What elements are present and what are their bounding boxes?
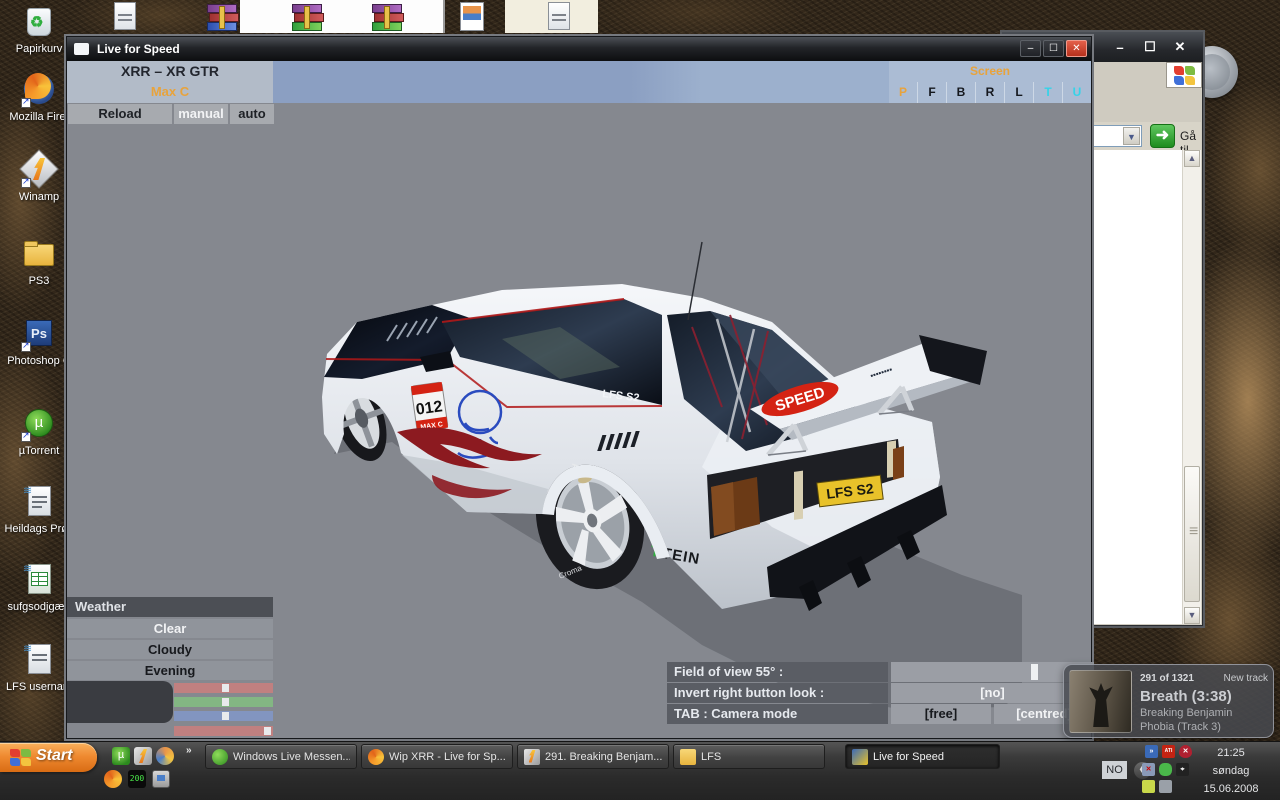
clock-date: 15.06.2008 [1203, 783, 1259, 795]
skin-name[interactable]: Max C [67, 84, 273, 99]
messenger-icon [212, 748, 228, 765]
desktop-icon-doc-top[interactable] [108, 2, 142, 34]
blue-slider[interactable] [174, 711, 273, 721]
language-indicator[interactable]: NO [1102, 761, 1127, 779]
clock[interactable]: 21:25 søndag 15.06.2008 [1190, 744, 1272, 798]
tray-ati-icon[interactable]: ATI [1162, 745, 1175, 758]
lfs-icon [852, 748, 868, 765]
track-album: Phobia (Track 3) [1140, 721, 1221, 733]
task-lfs-folder[interactable]: LFS [673, 744, 825, 769]
browser-minimize-button[interactable]: – [1113, 40, 1127, 55]
album-art [1069, 670, 1132, 733]
background-window-white [240, 0, 445, 33]
screen-button-r[interactable]: R [975, 82, 1004, 103]
track-counter: 291 of 1321 [1140, 673, 1194, 684]
camera-free-button[interactable]: [free] [891, 704, 991, 724]
screen-panel: Screen P F B R L T U [889, 61, 1091, 103]
number-sticker: 012 MAX C [410, 381, 449, 432]
start-label: Start [36, 747, 73, 764]
lfs-window[interactable]: Live for Speed – ☐ ✕ XRR – XR GTR Max C … [64, 34, 1094, 741]
track-artist: Breaking Benjamin [1140, 707, 1233, 719]
tray-network-icon[interactable]: » [1145, 745, 1158, 758]
screen-button-l[interactable]: L [1004, 82, 1033, 103]
folder-icon [680, 748, 696, 765]
manual-button[interactable]: manual [174, 104, 228, 124]
event-label: New track [1223, 673, 1268, 684]
browser-logo [1166, 62, 1202, 88]
quicklaunch-winamp[interactable] [134, 747, 152, 765]
tray-joystick-icon[interactable]: ⌖ [1176, 763, 1189, 776]
car-3d-view[interactable]: SPEED ▪▪▪▪▪▪▪▪ LFS S2 T TEIN [302, 227, 1022, 727]
scroll-thumb[interactable] [1184, 466, 1200, 602]
start-button[interactable]: Start [0, 743, 97, 772]
screen-button-f[interactable]: F [917, 82, 946, 103]
clock-time: 21:25 [1217, 747, 1245, 759]
desktop-icon-winrar-2[interactable] [290, 2, 324, 34]
desktop-icon-winrar-3[interactable] [370, 2, 404, 34]
screen-button-p[interactable]: P [889, 82, 917, 103]
desktop-icon-winrar-1[interactable] [205, 2, 239, 34]
weather-panel: Weather Clear Cloudy Evening [67, 597, 273, 680]
quicklaunch-utorrent[interactable]: µ [112, 747, 130, 765]
maximize-button[interactable]: ☐ [1043, 40, 1064, 57]
fov-label: Field of view 55° : [667, 662, 888, 682]
browser-close-button[interactable]: ✕ [1173, 39, 1187, 55]
car-name: XRR – XR GTR [120, 63, 219, 79]
desktop-icon-doc-top-2[interactable] [542, 2, 576, 34]
scroll-down-button[interactable]: ▼ [1184, 607, 1200, 624]
lfs-header-band: XRR – XR GTR Max C Screen P F B R L T U [67, 61, 1091, 103]
green-slider[interactable] [174, 697, 273, 707]
minimize-button[interactable]: – [1020, 40, 1041, 57]
go-button[interactable]: ➜ [1150, 124, 1175, 148]
browser-scrollbar[interactable]: ▲ ▼ [1182, 150, 1201, 624]
tray-msn-icon[interactable] [1159, 763, 1172, 776]
weather-option-cloudy[interactable]: Cloudy [67, 640, 273, 659]
scroll-up-button[interactable]: ▲ [1184, 150, 1200, 167]
red-slider[interactable] [174, 683, 273, 693]
winamp-notification[interactable]: 291 of 1321 New track Breath (3:38) Break… [1063, 664, 1274, 738]
tray-display-icon[interactable] [1159, 780, 1172, 793]
clock-day: søndag [1212, 765, 1250, 777]
weather-header: Weather [67, 597, 273, 617]
track-title: Breath (3:38) [1140, 688, 1232, 705]
task-live-for-speed[interactable]: Live for Speed [845, 744, 1000, 769]
firefox-icon [368, 748, 384, 765]
invert-label: Invert right button look : [667, 683, 888, 703]
quicklaunch-meter[interactable]: 200 [128, 770, 146, 788]
quicklaunch-firefox[interactable] [104, 770, 122, 788]
screen-label: Screen [969, 64, 1011, 78]
reload-button[interactable]: Reload [68, 104, 172, 124]
browser-maximize-button[interactable]: ☐ [1143, 39, 1157, 55]
auto-button[interactable]: auto [230, 104, 274, 124]
screen-button-t[interactable]: T [1033, 82, 1062, 103]
weather-option-clear[interactable]: Clear [67, 619, 273, 638]
weather-option-evening[interactable]: Evening [67, 661, 273, 680]
task-winamp[interactable]: 291. Breaking Benjam... [517, 744, 669, 769]
close-button[interactable]: ✕ [1066, 40, 1087, 57]
camera-mode-label: TAB : Camera mode [667, 704, 888, 724]
task-firefox[interactable]: Wip XRR - Live for Sp... [361, 744, 513, 769]
chevron-down-icon[interactable]: ▼ [1123, 127, 1140, 145]
color-preview-panel [67, 681, 173, 723]
lfs-window-title: Live for Speed [97, 42, 180, 56]
winamp-icon [524, 748, 540, 765]
task-messenger[interactable]: Windows Live Messen... [205, 744, 357, 769]
screen-button-b[interactable]: B [946, 82, 975, 103]
quicklaunch-mediaplayer[interactable] [156, 747, 174, 765]
red-slider-2[interactable] [174, 726, 273, 736]
tray-volume-icon[interactable] [1142, 780, 1155, 793]
lfs-window-icon [74, 43, 89, 55]
lfs-titlebar[interactable]: Live for Speed – ☐ ✕ [67, 37, 1091, 61]
screen-button-u[interactable]: U [1062, 82, 1091, 103]
tray-network2-icon[interactable]: ✕ [1142, 763, 1155, 776]
quicklaunch-overflow-chevron[interactable]: » [186, 745, 192, 756]
desktop: ♻ Papirkurv Mozilla Firef Winamp PS3 Ps … [0, 0, 1280, 800]
desktop-icon-image[interactable] [455, 2, 489, 34]
quicklaunch-window[interactable] [152, 770, 170, 788]
